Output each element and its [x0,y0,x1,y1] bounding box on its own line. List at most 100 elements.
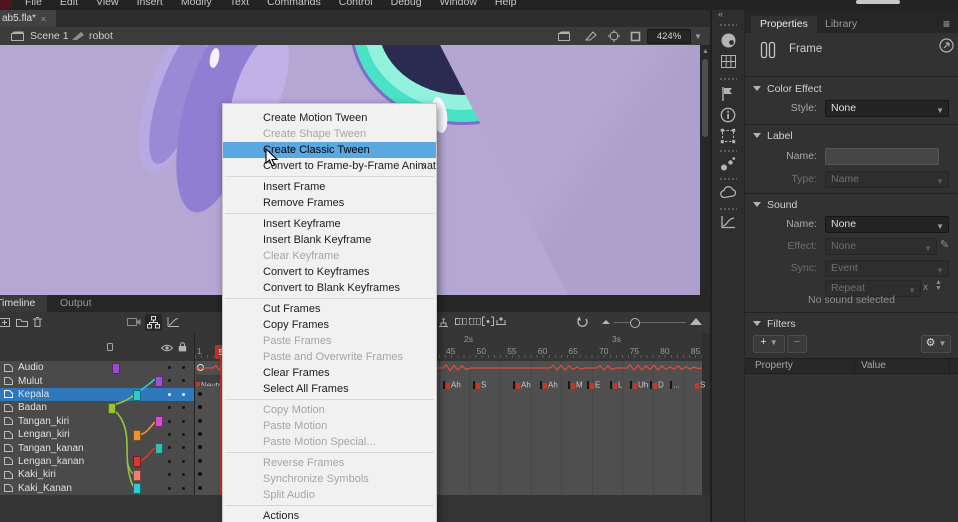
transform-grid-icon[interactable] [720,128,736,144]
edit-multiple-frames-icon[interactable] [482,316,494,327]
lock-icon[interactable] [178,342,187,352]
breadcrumb-symbol[interactable]: robot [89,30,113,42]
menu-item-clear-frames[interactable]: Clear Frames [223,365,436,381]
zoom-level-input[interactable]: 424% [647,29,691,44]
stage-vertical-scrollbar[interactable]: ▲ [700,45,710,295]
menu-debug[interactable]: Debug [382,0,431,9]
menu-file[interactable]: File [16,0,51,9]
menu-item-convert-to-blank-keyframes[interactable]: Convert to Blank Keyframes [223,280,436,296]
document-tab[interactable]: ab5.fla* × [0,10,56,27]
keyframe-kepala[interactable] [198,392,202,396]
small-frames-icon[interactable] [602,316,611,326]
layer-swatch-lengan-kiri[interactable] [133,430,141,441]
menu-item-create-motion-tween[interactable]: Create Motion Tween [223,110,436,126]
graph-editor-icon[interactable] [167,316,180,328]
timeline-zoom-track[interactable] [614,322,686,323]
scroll-up-icon[interactable]: ▲ [702,48,709,55]
mouth-frame-label[interactable]: Ah [540,376,558,387]
menu-help[interactable]: Help [486,0,526,9]
menu-item-create-classic-tween[interactable]: Create Classic Tween [223,142,436,158]
creative-cloud-icon[interactable] [720,186,737,199]
mouth-frame-label[interactable]: ... [670,376,680,387]
close-icon[interactable]: × [41,14,46,24]
graph-panel-icon[interactable] [720,215,736,229]
camera-icon[interactable] [127,316,141,327]
menu-edit[interactable]: Edit [51,0,87,9]
filter-options-button[interactable]: ⚙ ▼ [921,335,951,353]
mouth-frame-label[interactable]: M [568,376,583,387]
section-color-effect[interactable]: Color Effect [753,83,822,95]
keyframe-kaki-kanan[interactable] [198,486,202,490]
menu-item-select-all-frames[interactable]: Select All Frames [223,381,436,397]
menu-item-convert-to-keyframes[interactable]: Convert to Keyframes [223,264,436,280]
flag-icon[interactable] [720,86,735,102]
new-folder-icon[interactable] [15,316,29,328]
large-frames-icon[interactable] [690,316,703,327]
timeline-zoom-slider[interactable] [630,318,640,328]
section-filters[interactable]: Filters [753,318,796,330]
menu-control[interactable]: Control [330,0,382,9]
menu-item-insert-keyframe[interactable]: Insert Keyframe [223,216,436,232]
add-filter-button[interactable]: + ▼ [753,335,785,353]
keyframe-lengan-kiri[interactable] [198,432,202,436]
scrollbar-thumb[interactable] [702,59,708,137]
onion-skin-outline-icon[interactable] [469,316,481,327]
particles-icon[interactable] [720,156,736,172]
zoom-dropdown-icon[interactable]: ▼ [694,32,702,41]
layer-swatch-tangan-kanan[interactable] [155,443,163,454]
mouth-frame-label[interactable]: Uh [630,376,648,387]
layer-swatch-badan[interactable] [108,403,116,414]
parent-view-toggle[interactable] [145,314,162,331]
eye-icon[interactable] [161,344,173,352]
delete-layer-icon[interactable] [32,316,43,328]
remove-filter-button[interactable]: − [787,335,807,353]
layer-swatch-mulut[interactable] [155,376,163,387]
menu-item-remove-frames[interactable]: Remove Frames [223,195,436,211]
tab-properties[interactable]: Properties [751,16,817,33]
sound-name-dropdown[interactable]: None▼ [825,216,949,233]
menu-item-cut-frames[interactable]: Cut Frames [223,301,436,317]
mouth-frame-label[interactable]: S [695,376,705,387]
keyframe-tangan-kiri[interactable] [198,419,202,423]
section-sound[interactable]: Sound [753,199,797,211]
panel-menu-icon[interactable]: ≡ [943,17,950,31]
menu-commands[interactable]: Commands [258,0,330,9]
layer-swatch-kaki-kiri[interactable] [133,470,141,481]
mouth-frame-label[interactable]: D [650,376,664,387]
collapse-panels-icon[interactable]: « [718,9,723,19]
keyframe-lengan-kanan[interactable] [198,459,202,463]
keyframe-tangan-kanan[interactable] [198,445,202,449]
stamp-icon[interactable] [437,316,450,328]
onion-skin-icon[interactable] [455,316,467,327]
menu-item-insert-frame[interactable]: Insert Frame [223,179,436,195]
layer-swatch-kaki-kanan[interactable] [133,483,141,494]
layer-swatch-kepala[interactable] [133,390,141,401]
menu-text[interactable]: Text [221,0,258,9]
menu-view[interactable]: View [87,0,128,9]
repeat-stepper[interactable]: ▲▼ [935,280,942,292]
edit-scene-icon[interactable] [558,31,571,41]
center-stage-icon[interactable] [608,30,620,42]
layer-swatch-tangan-kiri[interactable] [155,416,163,427]
mouth-frame-label[interactable]: Ah [443,376,461,387]
menu-modify[interactable]: Modify [172,0,221,9]
keyframe-badan[interactable] [198,405,202,409]
menu-item-insert-blank-keyframe[interactable]: Insert Blank Keyframe [223,232,436,248]
tab-output[interactable]: Output [52,295,100,312]
scene-clapper-icon[interactable] [11,31,24,41]
menu-window[interactable]: Window [431,0,486,9]
mouth-frame-label[interactable]: L [610,376,622,387]
tab-timeline[interactable]: Timeline [0,295,47,312]
circular-arrow-icon[interactable] [939,38,954,53]
clip-content-icon[interactable] [630,31,641,42]
modify-markers-icon[interactable] [495,316,507,327]
frames-board-icon[interactable] [720,54,737,69]
tab-library[interactable]: Library [819,16,863,33]
menu-insert[interactable]: Insert [128,0,172,9]
mouth-frame-label[interactable]: Ah [513,376,531,387]
mouth-frame-label[interactable]: E [587,376,600,387]
label-name-input[interactable] [825,148,939,165]
menu-item-actions[interactable]: Actions [223,508,436,522]
menu-item-convert-to-frame-by-frame[interactable]: Convert to Frame-by-Frame Animation› [223,158,436,174]
breadcrumb-scene[interactable]: Scene 1 [30,30,69,42]
